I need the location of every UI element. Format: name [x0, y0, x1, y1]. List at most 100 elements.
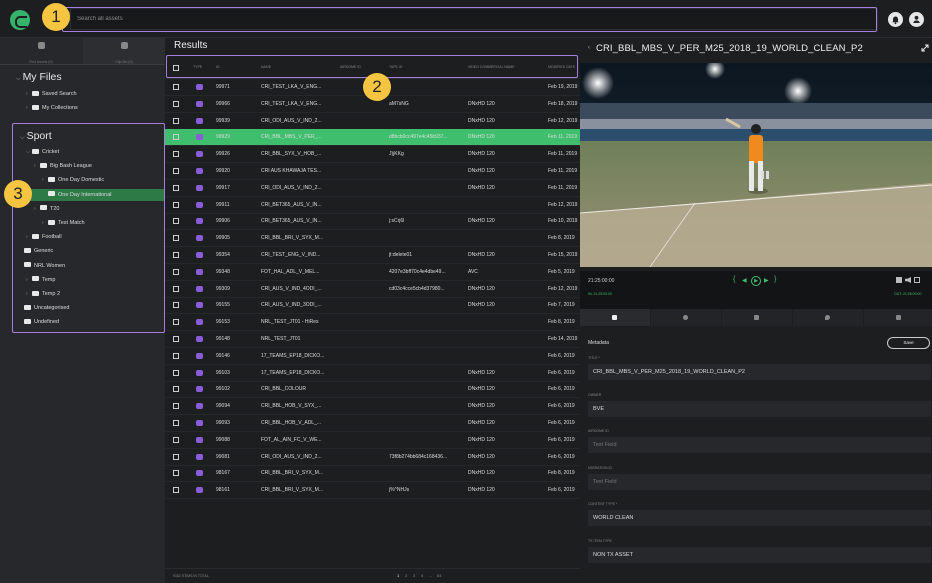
video-type-icon — [196, 386, 203, 393]
row-checkbox[interactable] — [173, 235, 179, 242]
table-row[interactable]: 99920 CRI AUS KHAWAJA TES... DNxHD 120 Feb … — [165, 163, 580, 180]
table-row[interactable]: 99929 CRI_BBL_MBS_V_PER_... d8bcb0cc497e4c… — [165, 129, 580, 147]
row-checkbox[interactable] — [173, 134, 179, 141]
table-row[interactable]: 99093 CRI_BBL_HOB_V_ADL_... DNxHD 120 Feb 6… — [165, 415, 580, 432]
table-row[interactable]: 99094 CRI_BBL_HOB_V_SYX_... DNxHD 120 Feb 6… — [165, 398, 580, 416]
user-icon — [913, 15, 920, 23]
cell-id: 99939 — [216, 117, 230, 124]
tab-location[interactable] — [793, 309, 863, 326]
row-checkbox[interactable] — [173, 117, 179, 124]
my-files-item[interactable]: › My Collections — [26, 102, 78, 114]
page-link[interactable]: 64 — [437, 573, 441, 578]
tab-documents[interactable] — [864, 309, 932, 326]
row-checkbox[interactable] — [173, 386, 179, 393]
mark-out-icon[interactable]: } — [774, 276, 776, 283]
field-input[interactable]: CRI_BBL_MBS_V_PER_M25_2018_19_WORLD_CLEA… — [588, 364, 931, 380]
table-row[interactable]: 99088 FOT_AL_AIN_FC_V_WE... DNxHD 120 Feb 6… — [165, 432, 580, 449]
table-row[interactable]: 99153 NRL_TEST_JT01 - HiRes Feb 8, 2019 — [165, 314, 580, 332]
step-back-icon[interactable]: ◀ — [742, 277, 747, 284]
snapshot-icon[interactable] — [896, 277, 902, 283]
video-type-icon — [196, 218, 203, 225]
table-row[interactable]: 99939 CRI_ODI_AUS_V_IND_2... DNxHD 120 Feb … — [165, 113, 580, 130]
field-input[interactable]: BVE — [588, 400, 931, 417]
page-link[interactable]: ... — [429, 573, 432, 578]
video-type-icon — [196, 117, 203, 124]
step-forward-icon[interactable]: ▶ — [764, 277, 769, 284]
row-checkbox[interactable] — [173, 352, 179, 359]
row-checkbox[interactable] — [173, 184, 179, 191]
row-checkbox[interactable] — [173, 436, 179, 443]
row-checkbox[interactable] — [173, 252, 179, 258]
user-menu-button[interactable] — [909, 12, 924, 27]
field-input[interactable]: Text Field — [588, 437, 931, 453]
page-link[interactable]: 1 — [397, 573, 399, 578]
row-checkbox[interactable] — [173, 319, 179, 326]
table-row[interactable]: 99155 CRI_AUS_V_IND_3ODI_... DNxHD 120 Feb … — [165, 297, 580, 315]
tab-comments[interactable] — [722, 309, 792, 326]
table-row[interactable]: 99146 17_TEAMS_EP18_DICKO... Feb 6, 2019 — [165, 348, 580, 365]
row-checkbox[interactable] — [173, 420, 179, 426]
table-row[interactable]: 99081 CRI_ODI_AUS_V_IND_2... 73f8b274bb684… — [165, 449, 580, 466]
play-icon[interactable]: ▶ — [751, 276, 761, 286]
cell-modified-date: Feb 6, 2019 — [548, 420, 575, 426]
volume-icon[interactable] — [905, 277, 911, 283]
timecode: 21:25:00:00 — [588, 278, 615, 284]
page-link[interactable]: 2 — [405, 573, 407, 578]
clip-bin-icon — [120, 42, 128, 49]
table-row[interactable]: 99354 CRI_TEST_ENG_V_IND... jt:delete01 DNx… — [165, 247, 580, 264]
table-row[interactable]: 99926 CRI_BBL_SYX_V_HOB_... J)jKKg DNxHD 12… — [165, 146, 580, 164]
row-checkbox[interactable] — [173, 285, 179, 292]
field-input[interactable]: Text Field — [588, 473, 931, 490]
tab-find-assets[interactable]: Find Assets (0) — [0, 38, 82, 64]
cell-name: CRI_BBL_MBS_V_PER_... — [261, 134, 322, 141]
row-checkbox[interactable] — [173, 403, 179, 410]
notifications-button[interactable] — [888, 12, 903, 27]
save-button[interactable]: Save — [887, 337, 930, 349]
row-checkbox[interactable] — [173, 168, 179, 174]
table-row[interactable]: 99309 CRI_AUS_V_IND_4ODI_... cd03c4cce5cb4… — [165, 281, 580, 298]
my-files-title[interactable]: ⌵ My Files — [16, 71, 62, 83]
row-checkbox[interactable] — [173, 100, 179, 107]
cell-video-commercial-name: DNxHD 120 — [468, 386, 495, 393]
row-checkbox[interactable] — [173, 218, 179, 225]
row-checkbox[interactable] — [173, 487, 179, 494]
table-row[interactable]: 99911 CRI_BET365_AUS_V_IN... Feb 12, 2019 — [165, 197, 580, 214]
table-row[interactable]: 99906 CRI_BET365_AUS_V_IN... j:sCrj6l DNxHD… — [165, 213, 580, 231]
page-link[interactable]: 3 — [413, 573, 415, 578]
cell-modified-date: Feb 6, 2019 — [548, 487, 575, 494]
out-point: OUT: 21:26:00:00 — [894, 292, 922, 296]
collapse-chevron-icon[interactable]: ‹ — [588, 45, 590, 51]
mark-in-icon[interactable]: { — [733, 276, 735, 283]
tab-clip-bin[interactable]: Clip Bin (0) — [83, 38, 165, 64]
video-player[interactable] — [580, 63, 932, 267]
table-row[interactable]: 98161 CRI_BBL_BRI_V_SYX_M... j%^NHJs DNxHD … — [165, 482, 580, 500]
row-checkbox[interactable] — [173, 470, 179, 477]
row-checkbox[interactable] — [173, 268, 179, 275]
page-link[interactable]: 4 — [421, 573, 423, 578]
row-checkbox[interactable] — [173, 302, 179, 309]
row-checkbox[interactable] — [173, 84, 179, 90]
tab-metadata[interactable] — [580, 309, 650, 326]
table-row[interactable]: 99917 CRI_ODI_AUS_V_IND_2... DNxHD 120 Feb … — [165, 180, 580, 197]
player-tools — [896, 277, 928, 285]
video-frame — [580, 63, 932, 267]
table-row[interactable]: 99148 NRL_TEST_JT01 Feb 14, 2019 — [165, 331, 580, 348]
table-row[interactable]: 99905 CRI_BBL_BRI_V_SYX_M... Feb 8, 2019 — [165, 230, 580, 248]
field-input[interactable]: WORLD CLEAN — [588, 510, 931, 526]
table-row[interactable]: 99102 CRI_BBL_COLOUR DNxHD 120 Feb 6, 2019 — [165, 381, 580, 399]
row-checkbox[interactable] — [173, 453, 179, 460]
row-checkbox[interactable] — [173, 336, 179, 342]
row-checkbox[interactable] — [173, 201, 179, 208]
cell-tape-id: 73f8b274bb684c168436... — [389, 453, 448, 460]
row-checkbox[interactable] — [173, 151, 179, 158]
table-row[interactable]: 99103 17_TEAMS_EP18_DICKO... DNxHD 120 Feb … — [165, 365, 580, 382]
table-row[interactable]: 98167 CRI_BBL_BRI_V_SYX_M... DNxHD 120 Feb … — [165, 465, 580, 483]
row-checkbox[interactable] — [173, 369, 179, 376]
fullscreen-icon[interactable] — [914, 277, 920, 283]
my-files-item[interactable]: › Saved Search — [26, 88, 77, 100]
field-input[interactable]: NON TX ASSET — [588, 546, 931, 563]
table-row[interactable]: 99348 FOT_HAL_ADL_V_MEL... 4207e3bff70c4e4… — [165, 264, 580, 281]
app-logo[interactable] — [10, 10, 30, 30]
expand-icon[interactable] — [921, 44, 929, 52]
tab-info[interactable] — [651, 309, 721, 326]
